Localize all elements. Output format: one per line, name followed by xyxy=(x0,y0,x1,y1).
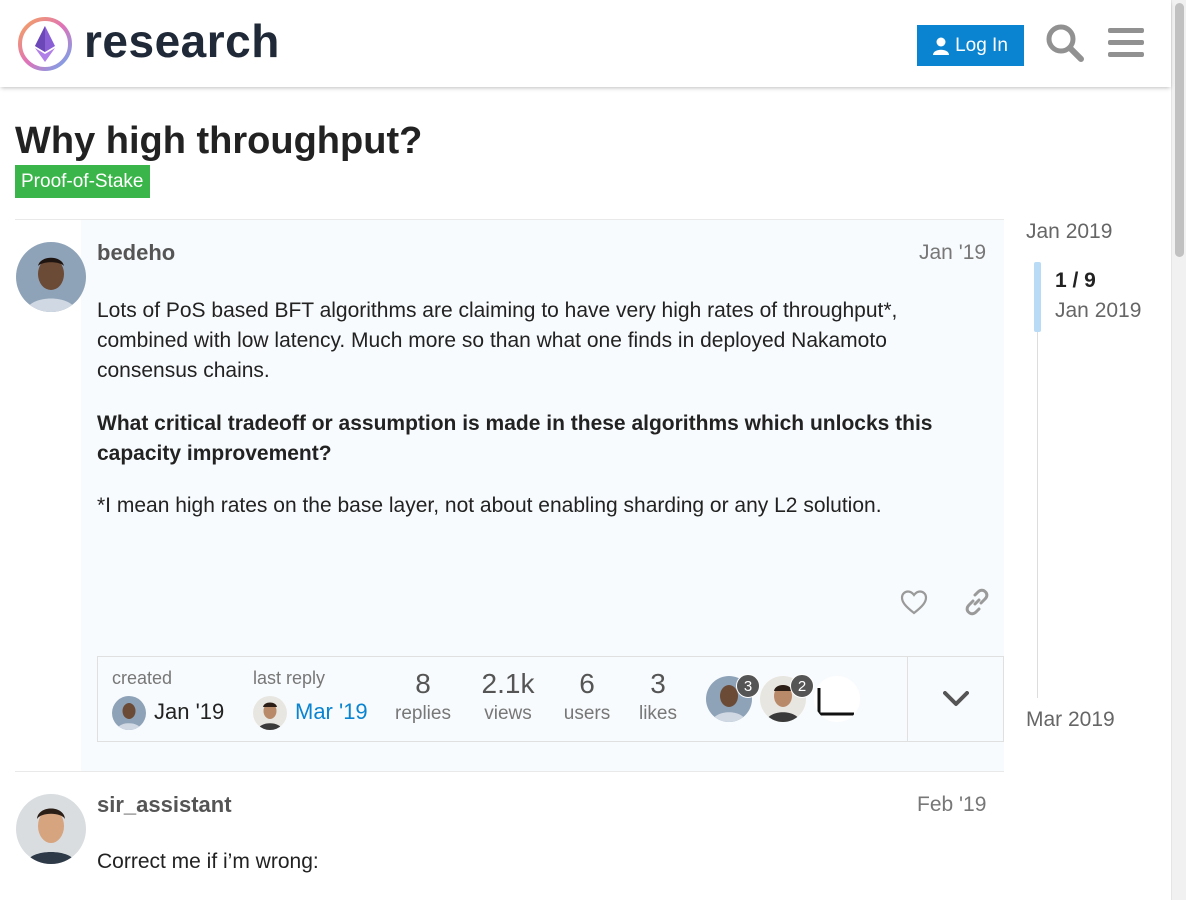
created-label: created xyxy=(112,668,173,688)
login-label: Log In xyxy=(955,34,1008,56)
page-scrollbar[interactable] xyxy=(1171,0,1186,900)
replies-label: replies xyxy=(395,703,451,724)
participant-post-count: 3 xyxy=(736,674,760,698)
post-divider xyxy=(15,771,1004,772)
site-name[interactable]: research xyxy=(84,14,280,68)
scrollbar-thumb[interactable] xyxy=(1175,3,1184,257)
user-icon xyxy=(933,37,950,55)
users-count: 6 xyxy=(579,668,595,699)
users-label: users xyxy=(563,703,611,724)
views-label: views xyxy=(484,703,532,724)
avatar[interactable] xyxy=(16,242,86,312)
participant-avatar[interactable] xyxy=(814,676,860,722)
replies-count: 8 xyxy=(415,668,431,699)
like-heart-icon[interactable] xyxy=(894,582,934,622)
site-logo[interactable] xyxy=(17,16,73,72)
timeline-scroll-handle[interactable] xyxy=(1034,262,1041,332)
likes-label: likes xyxy=(638,703,677,724)
avatar[interactable] xyxy=(16,794,86,864)
post-username[interactable]: bedeho xyxy=(97,240,175,266)
likes-count: 3 xyxy=(650,668,666,699)
expand-topic-map-button[interactable] xyxy=(907,657,1003,741)
timeline-start-date[interactable]: Jan 2019 xyxy=(1026,220,1112,244)
last-reply-label: last reply xyxy=(253,668,326,688)
post-paragraph-bold: What critical tradeoff or assumption is … xyxy=(97,412,933,465)
post-username[interactable]: sir_assistant xyxy=(97,792,232,818)
views-count: 2.1k xyxy=(481,668,535,699)
chevron-down-icon xyxy=(942,691,969,706)
post-paragraph: Lots of PoS based BFT algorithms are cla… xyxy=(97,299,898,382)
topic-title[interactable]: Why high throughput? xyxy=(15,120,422,163)
share-link-icon[interactable] xyxy=(957,582,997,622)
avatar[interactable] xyxy=(112,696,146,730)
created-date[interactable]: Jan '19 xyxy=(154,699,224,725)
post-paragraph: *I mean high rates on the base layer, no… xyxy=(97,494,882,517)
search-icon[interactable] xyxy=(1043,21,1087,65)
category-badge[interactable]: Proof-of-Stake xyxy=(15,165,150,198)
timeline-position-date: Jan 2019 xyxy=(1055,299,1142,322)
timeline-position: 1 / 9 xyxy=(1055,269,1096,292)
hamburger-menu-icon[interactable] xyxy=(1104,21,1148,65)
post-paragraph: Correct me if i’m wrong: xyxy=(97,850,319,873)
login-button[interactable]: Log In xyxy=(917,25,1024,66)
post-date[interactable]: Feb '19 xyxy=(917,793,986,817)
avatar[interactable] xyxy=(253,696,287,730)
post-date[interactable]: Jan '19 xyxy=(919,241,986,265)
participant-post-count: 2 xyxy=(790,674,814,698)
site-header: research Log In xyxy=(0,0,1171,87)
timeline-end-date[interactable]: Mar 2019 xyxy=(1026,708,1115,732)
topic-map: created Jan '19 last reply Mar '19 8 rep… xyxy=(97,656,1004,742)
last-reply-date[interactable]: Mar '19 xyxy=(295,699,368,725)
